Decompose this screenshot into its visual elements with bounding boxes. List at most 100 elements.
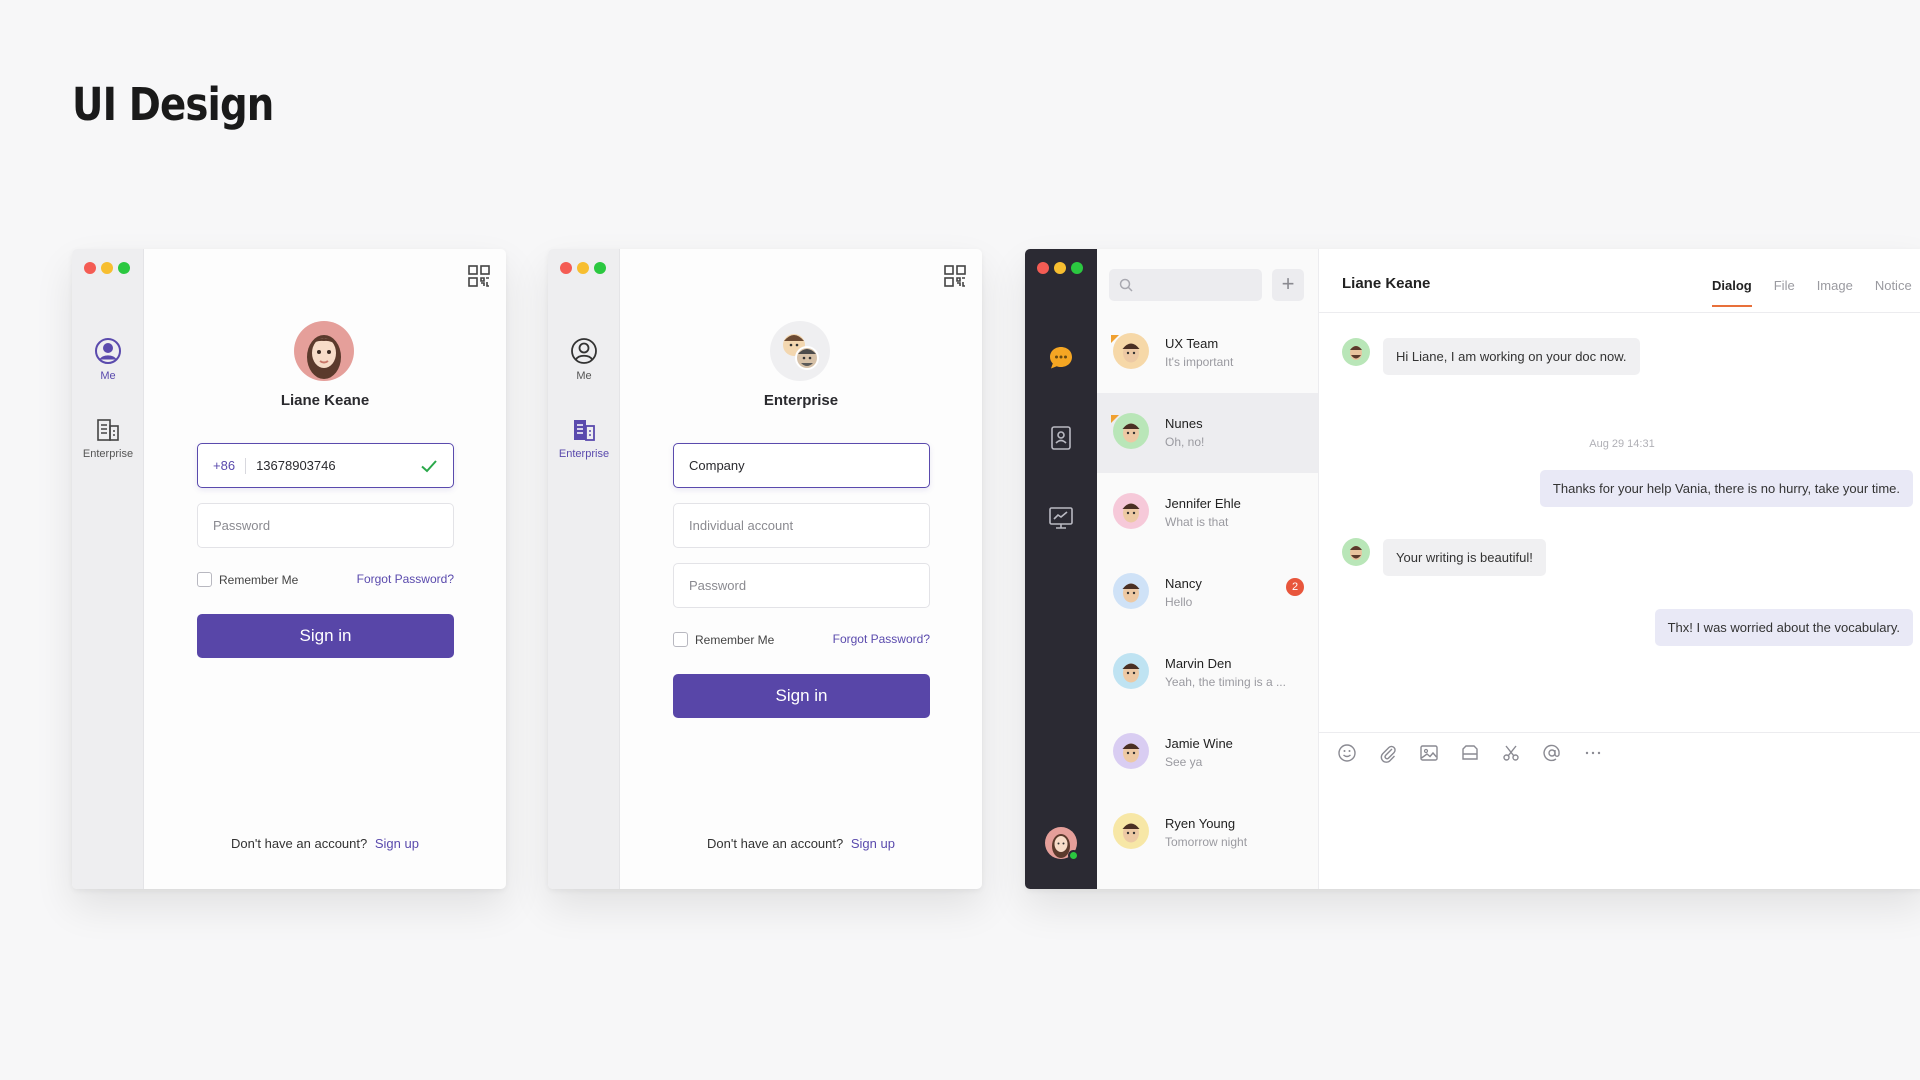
forgot-password-link[interactable]: Forgot Password? [833,632,930,646]
sidebar-item-enterprise[interactable]: Enterprise [548,417,620,460]
tab-file[interactable]: File [1774,278,1795,293]
chat-title: Liane Keane [1342,275,1431,292]
tab-notice[interactable]: Notice [1875,278,1912,293]
checkbox-box[interactable] [673,632,688,647]
conversation-item[interactable]: Nancy Hello 2 [1097,553,1318,633]
individual-account-input[interactable]: Individual account [673,503,930,548]
online-status-dot [1068,850,1079,861]
conversation-name: Jamie Wine [1165,736,1233,751]
attachment-icon[interactable] [1378,743,1398,763]
memoji-avatar-icon [1122,663,1140,683]
conversation-preview: Hello [1165,595,1193,609]
signup-line: Don't have an account? Sign up [620,836,982,851]
qr-code-icon[interactable] [944,265,966,287]
remember-label: Remember Me [695,632,775,647]
tab-image[interactable]: Image [1817,278,1853,293]
message-bubble-outgoing[interactable]: Thx! I was worried about the vocabulary. [1654,609,1913,646]
memoji-avatar-icon [1350,346,1362,360]
enterprise-avatar [770,321,830,381]
folder-icon[interactable] [1460,743,1480,763]
maximize-window-button[interactable] [1071,262,1083,274]
message-composer[interactable] [1319,732,1920,889]
conversation-preview: Yeah, the timing is a ... [1165,675,1286,689]
message-bubble-incoming[interactable]: Hi Liane, I am working on your doc now. [1383,338,1640,375]
app-rail [1025,249,1097,889]
maximize-window-button[interactable] [118,262,130,274]
conversation-item[interactable]: Jamie Wine See ya [1097,713,1318,793]
image-icon[interactable] [1419,743,1439,763]
close-window-button[interactable] [1037,262,1049,274]
memoji-avatar-icon [1122,583,1140,603]
remember-me-checkbox[interactable]: Remember Me [197,572,298,587]
conversation-item[interactable]: Marvin Den Yeah, the timing is a ... [1097,633,1318,713]
tab-dialog[interactable]: Dialog [1712,278,1752,307]
qr-code-icon[interactable] [468,265,490,287]
password-placeholder: Password [213,518,271,533]
message-bubble-incoming[interactable]: Your writing is beautiful! [1383,539,1546,576]
login-window-enterprise: Me Enterprise Enterprise Company Individ… [548,249,982,889]
password-input[interactable]: Password [197,503,454,548]
sign-in-button[interactable]: Sign in [197,614,454,658]
sidebar-item-label: Me [576,370,592,382]
current-user-avatar[interactable] [1045,827,1079,861]
add-conversation-button[interactable]: + [1272,269,1304,301]
sender-avatar [1342,338,1370,366]
search-icon [1119,278,1133,292]
checkbox-box[interactable] [197,572,212,587]
phone-input[interactable]: +86 13678903746 [197,443,454,488]
sidebar-item-me[interactable]: Me [72,337,144,382]
sign-in-button[interactable]: Sign in [673,674,930,718]
minimize-window-button[interactable] [577,262,589,274]
sender-avatar [1342,538,1370,566]
minimize-window-button[interactable] [1054,262,1066,274]
at-icon[interactable] [1542,743,1562,763]
contacts-icon[interactable] [1048,425,1074,451]
window-controls [560,262,606,274]
sidebar-item-me[interactable]: Me [548,337,620,382]
login-sidebar: Me Enterprise [548,249,620,889]
country-code[interactable]: +86 [213,457,247,474]
sidebar-item-label: Enterprise [558,448,610,460]
chat-bubble-icon[interactable] [1048,345,1074,371]
user-circle-icon [571,338,597,364]
emoji-icon[interactable] [1337,743,1357,763]
login-sidebar: Me Enterprise [72,249,144,889]
minimize-window-button[interactable] [101,262,113,274]
company-input[interactable]: Company [673,443,930,488]
memoji-avatar-icon [1122,743,1140,763]
search-input[interactable] [1109,269,1262,301]
avatar [1113,573,1149,609]
sign-up-link[interactable]: Sign up [851,836,895,851]
conversation-preview: It's important [1165,355,1234,369]
conversation-item[interactable]: Jennifer Ehle What is that [1097,473,1318,553]
remember-label: Remember Me [219,572,299,587]
profile-name: Liane Keane [280,392,370,409]
maximize-window-button[interactable] [594,262,606,274]
conversation-item[interactable]: Ryen Young Tomorrow night [1097,793,1318,873]
memoji-avatar-icon [1122,823,1140,843]
signup-prompt: Don't have an account? [231,836,368,851]
sign-up-link[interactable]: Sign up [375,836,419,851]
chat-tabs: Dialog File Image Notice [1712,278,1912,307]
sidebar-item-label: Me [100,370,116,382]
scissors-icon[interactable] [1501,743,1521,763]
remember-me-checkbox[interactable]: Remember Me [673,632,774,647]
conversation-preview: Tomorrow night [1165,835,1248,849]
signup-prompt: Don't have an account? [707,836,844,851]
message-bubble-outgoing[interactable]: Thanks for your help Vania, there is no … [1539,470,1913,507]
more-icon[interactable] [1583,743,1603,763]
memoji-avatar-icon [1350,546,1362,560]
conversation-name: UX Team [1165,336,1219,351]
conversation-item[interactable]: UX Team It's important [1097,313,1318,393]
avatar [1113,733,1149,769]
close-window-button[interactable] [560,262,572,274]
forgot-password-link[interactable]: Forgot Password? [357,572,454,586]
window-controls [1037,262,1083,274]
close-window-button[interactable] [84,262,96,274]
conversation-name: Nunes [1165,416,1203,431]
conversation-item[interactable]: Nunes Oh, no! [1097,393,1318,473]
memoji-avatar-icon [307,335,341,379]
password-input[interactable]: Password [673,563,930,608]
sidebar-item-enterprise[interactable]: Enterprise [72,417,144,460]
presentation-icon[interactable] [1048,505,1074,531]
